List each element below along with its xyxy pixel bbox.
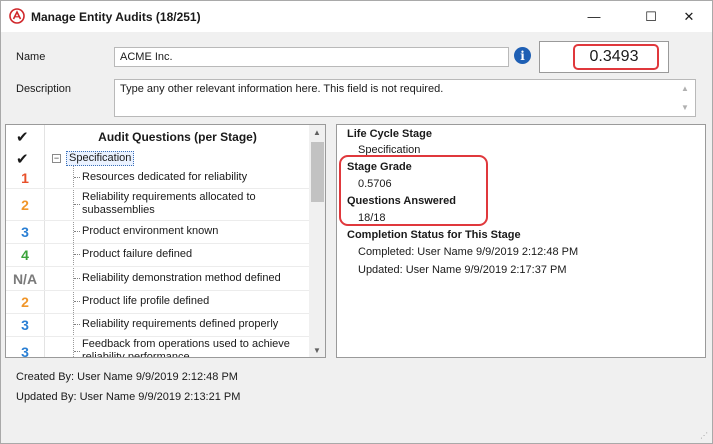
grade-badge: 4 bbox=[21, 247, 29, 263]
updated-by-label: Updated By: User Name 9/9/2019 2:13:21 P… bbox=[16, 391, 241, 403]
scroll-down-icon[interactable]: ▼ bbox=[313, 346, 321, 355]
header-check-icon: ✔ bbox=[16, 129, 29, 146]
question-text: Product life profile defined bbox=[82, 295, 210, 307]
tree-branch bbox=[74, 254, 80, 255]
description-scrollbar[interactable]: ▲ ▼ bbox=[678, 81, 694, 116]
resize-grip-icon[interactable]: ⋰ bbox=[700, 431, 708, 440]
tree-branch bbox=[74, 278, 80, 279]
stage-check-icon: ✔ bbox=[16, 151, 29, 168]
tree-branch bbox=[74, 204, 80, 205]
stage-grade-highlight bbox=[339, 155, 488, 226]
grade-badge: N/A bbox=[12, 271, 38, 287]
stage-node-specification[interactable]: Specification bbox=[66, 151, 135, 166]
question-row[interactable]: 2 Product life profile defined bbox=[6, 291, 309, 313]
manage-entity-audits-window: Manage Entity Audits (18/251) — ☐ ✕ Name… bbox=[0, 0, 713, 444]
grade-badge: 3 bbox=[21, 317, 29, 333]
scrollbar-thumb[interactable] bbox=[311, 142, 324, 202]
grade-badge: 3 bbox=[21, 224, 29, 240]
score-value: 0.3493 bbox=[589, 48, 639, 65]
name-label: Name bbox=[16, 51, 46, 63]
scroll-up-icon[interactable]: ▲ bbox=[681, 84, 689, 93]
tree-branch bbox=[74, 177, 80, 178]
grade-badge: 3 bbox=[21, 344, 29, 358]
audit-questions-title: Audit Questions (per Stage) bbox=[98, 130, 257, 144]
question-text: Reliability requirements defined properl… bbox=[82, 318, 279, 330]
updated-status: Updated: User Name 9/9/2019 2:17:37 PM bbox=[358, 264, 567, 276]
grade-badge: 2 bbox=[21, 197, 29, 213]
audit-questions-panel: ✔ Audit Questions (per Stage) ✔ − Specif… bbox=[5, 124, 326, 358]
question-row[interactable]: N/A Reliability demonstration method def… bbox=[6, 267, 309, 290]
life-cycle-stage-label: Life Cycle Stage bbox=[347, 128, 432, 140]
description-label: Description bbox=[16, 83, 72, 95]
question-row[interactable]: 3 Reliability requirements defined prope… bbox=[6, 314, 309, 336]
question-text: Reliability demonstration method defined bbox=[82, 272, 281, 284]
name-input[interactable]: ACME Inc. bbox=[114, 47, 509, 67]
question-row[interactable]: 2 Reliability requirements allocated to … bbox=[6, 189, 309, 220]
question-row[interactable]: 3 Product environment known bbox=[6, 221, 309, 243]
question-text: Resources dedicated for reliability bbox=[82, 171, 248, 183]
scroll-up-icon[interactable]: ▲ bbox=[313, 128, 321, 137]
question-text: Product failure defined bbox=[82, 248, 193, 260]
collapse-icon[interactable]: − bbox=[52, 154, 61, 163]
app-logo-icon bbox=[9, 8, 25, 24]
title-bar: Manage Entity Audits (18/251) — ☐ ✕ bbox=[1, 1, 712, 32]
description-input[interactable]: Type any other relevant information here… bbox=[114, 79, 696, 117]
questions-scrollbar[interactable]: ▲ ▼ bbox=[309, 125, 325, 357]
completed-status: Completed: User Name 9/9/2019 2:12:48 PM bbox=[358, 246, 579, 258]
question-row[interactable]: 1 Resources dedicated for reliability bbox=[6, 167, 309, 188]
minimize-button[interactable]: — bbox=[571, 1, 617, 32]
tree-branch bbox=[74, 324, 80, 325]
created-by-label: Created By: User Name 9/9/2019 2:12:48 P… bbox=[16, 371, 238, 383]
info-icon[interactable]: i bbox=[514, 47, 531, 64]
scroll-down-icon[interactable]: ▼ bbox=[681, 103, 689, 112]
question-text: Feedback from operations used to achieve… bbox=[82, 338, 290, 358]
close-button[interactable]: ✕ bbox=[666, 1, 712, 32]
stage-details-panel: Life Cycle Stage Specification Stage Gra… bbox=[336, 124, 706, 358]
tree-branch bbox=[74, 231, 80, 232]
question-text: Product environment known bbox=[82, 225, 219, 237]
completion-status-label: Completion Status for This Stage bbox=[347, 229, 521, 241]
window-title: Manage Entity Audits (18/251) bbox=[31, 10, 201, 24]
grade-badge: 1 bbox=[21, 170, 29, 186]
question-row[interactable]: 4 Product failure defined bbox=[6, 244, 309, 266]
tree-branch bbox=[74, 301, 80, 302]
audit-questions-header: ✔ Audit Questions (per Stage) bbox=[6, 125, 309, 147]
tree-branch bbox=[74, 351, 80, 352]
grade-badge: 2 bbox=[21, 294, 29, 310]
question-row[interactable]: 3 Feedback from operations used to achie… bbox=[6, 337, 309, 358]
question-text: Reliability requirements allocated to su… bbox=[82, 191, 256, 216]
